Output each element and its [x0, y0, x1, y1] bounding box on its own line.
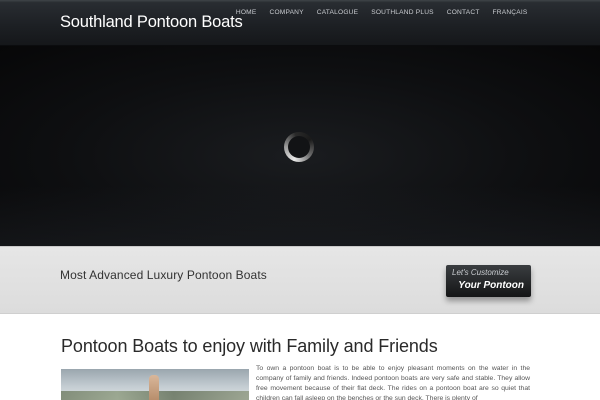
loading-spinner-icon	[284, 132, 314, 162]
hero-slider	[0, 46, 600, 246]
nav-item-home[interactable]: HOME	[229, 9, 263, 17]
photo-figure	[149, 375, 159, 400]
site-header: Southland Pontoon Boats HOME COMPANY CAT…	[0, 0, 600, 46]
site-title[interactable]: Southland Pontoon Boats	[60, 13, 243, 32]
cta-line-2: Your Pontoon	[458, 280, 524, 291]
customize-pontoon-button[interactable]: Let's Customize Your Pontoon	[446, 265, 531, 297]
callout-text: Most Advanced Luxury Pontoon Boats	[60, 268, 267, 282]
callout-bar: Most Advanced Luxury Pontoon Boats Let's…	[0, 246, 600, 314]
family-photo	[61, 369, 249, 400]
content-title: Pontoon Boats to enjoy with Family and F…	[61, 336, 438, 356]
nav-item-company[interactable]: COMPANY	[263, 9, 310, 17]
nav-item-francais[interactable]: FRANÇAIS	[486, 9, 534, 17]
nav-item-southland-plus[interactable]: SOUTHLAND PLUS	[365, 9, 441, 17]
content-body: To own a pontoon boat is to be able to e…	[256, 365, 530, 400]
main-nav: HOME COMPANY CATALOGUE SOUTHLAND PLUS CO…	[229, 9, 534, 17]
main-content: Pontoon Boats to enjoy with Family and F…	[0, 314, 600, 400]
cta-line-1: Let's Customize	[452, 268, 509, 277]
nav-item-contact[interactable]: CONTACT	[440, 9, 486, 17]
nav-item-catalogue[interactable]: CATALOGUE	[310, 9, 365, 17]
